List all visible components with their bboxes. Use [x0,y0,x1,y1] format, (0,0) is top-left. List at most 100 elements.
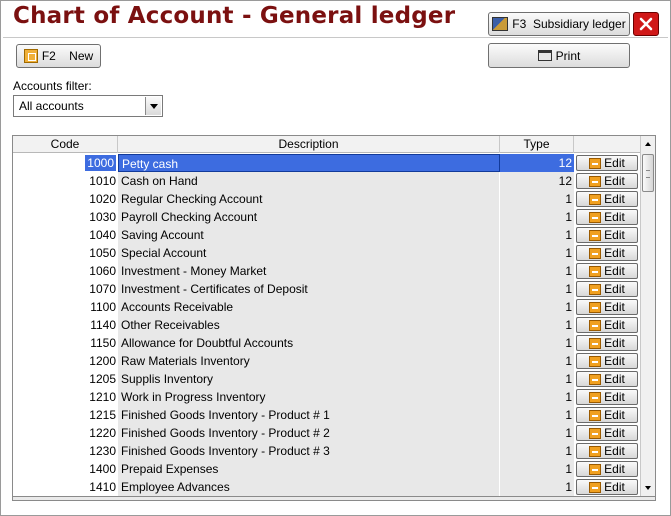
table-row[interactable]: 1230 Finished Goods Inventory - Product #… [13,442,642,460]
print-button[interactable]: Print [488,43,630,68]
cell-type[interactable]: 1 [500,244,574,262]
edit-button[interactable]: Edit [576,299,638,315]
cell-type[interactable]: 1 [500,406,574,424]
edit-button[interactable]: Edit [576,227,638,243]
edit-button[interactable]: Edit [576,209,638,225]
cell-description[interactable]: Accounts Receivable [118,298,500,316]
cell-type[interactable]: 1 [500,262,574,280]
cell-type[interactable]: 1 [500,370,574,388]
cell-type[interactable]: 1 [500,190,574,208]
cell-type[interactable]: 1 [500,388,574,406]
edit-button[interactable]: Edit [576,389,638,405]
edit-button[interactable]: Edit [576,245,638,261]
cell-code[interactable]: 1000 [13,154,118,172]
cell-code[interactable]: 1210 [13,388,118,406]
table-row[interactable]: 1215 Finished Goods Inventory - Product #… [13,406,642,424]
cell-code[interactable]: 1230 [13,442,118,460]
cell-code[interactable]: 1100 [13,298,118,316]
cell-code[interactable]: 1030 [13,208,118,226]
table-row[interactable]: 1030 Payroll Checking Account 1 Edit [13,208,642,226]
cell-description[interactable]: Saving Account [118,226,500,244]
column-header-type[interactable]: Type [500,136,574,153]
cell-code[interactable]: 1400 [13,460,118,478]
cell-description[interactable]: Special Account [118,244,500,262]
cell-description[interactable]: Prepaid Expenses [118,460,500,478]
cell-description[interactable]: Allowance for Doubtful Accounts [118,334,500,352]
edit-button[interactable]: Edit [576,443,638,459]
cell-type[interactable]: 1 [500,442,574,460]
edit-button[interactable]: Edit [576,461,638,477]
cell-description[interactable]: Investment - Money Market [118,262,500,280]
edit-button[interactable]: Edit [576,425,638,441]
cell-type[interactable]: 1 [500,460,574,478]
cell-description[interactable]: Work in Progress Inventory [118,388,500,406]
table-row[interactable]: 1140 Other Receivables 1 Edit [13,316,642,334]
cell-type[interactable]: 1 [500,316,574,334]
cell-description[interactable]: Finished Goods Inventory - Product # 1 [118,406,500,424]
edit-button[interactable]: Edit [576,317,638,333]
table-row[interactable]: 1020 Regular Checking Account 1 Edit [13,190,642,208]
cell-description[interactable]: Finished Goods Inventory - Product # 2 [118,424,500,442]
cell-description[interactable]: Payroll Checking Account [118,208,500,226]
cell-code[interactable]: 1070 [13,280,118,298]
edit-button[interactable]: Edit [576,407,638,423]
cell-code[interactable]: 1410 [13,478,118,496]
vertical-scrollbar[interactable] [640,136,655,496]
edit-button[interactable]: Edit [576,155,638,171]
cell-description[interactable]: Cash on Hand [118,172,500,190]
cell-type[interactable]: 1 [500,352,574,370]
edit-button[interactable]: Edit [576,173,638,189]
table-row[interactable]: 1200 Raw Materials Inventory 1 Edit [13,352,642,370]
cell-description[interactable]: Employee Advances [118,478,500,496]
table-row[interactable]: 1010 Cash on Hand 12 Edit [13,172,642,190]
table-row[interactable]: 1220 Finished Goods Inventory - Product #… [13,424,642,442]
cell-type[interactable]: 1 [500,334,574,352]
cell-type[interactable]: 1 [500,298,574,316]
column-header-description[interactable]: Description [118,136,500,153]
table-row[interactable]: 1400 Prepaid Expenses 1 Edit [13,460,642,478]
cell-code[interactable]: 1220 [13,424,118,442]
table-row[interactable]: 1150 Allowance for Doubtful Accounts 1 Edit [13,334,642,352]
table-row[interactable]: 1100 Accounts Receivable 1 Edit [13,298,642,316]
new-button[interactable]: F2 New [16,44,101,68]
table-row[interactable]: 1070 Investment - Certificates of Deposit… [13,280,642,298]
edit-button[interactable]: Edit [576,281,638,297]
table-row[interactable]: 1060 Investment - Money Market 1 Edit [13,262,642,280]
cell-code[interactable]: 1060 [13,262,118,280]
cell-description[interactable]: Supplis Inventory [118,370,500,388]
cell-type[interactable]: 1 [500,424,574,442]
cell-code[interactable]: 1050 [13,244,118,262]
column-header-code[interactable]: Code [13,136,118,153]
cell-type[interactable]: 1 [500,208,574,226]
table-row[interactable]: 1205 Supplis Inventory 1 Edit [13,370,642,388]
scroll-up-icon[interactable] [641,137,655,151]
cell-type[interactable]: 12 [500,172,574,190]
edit-button[interactable]: Edit [576,335,638,351]
accounts-filter-select[interactable]: All accounts [13,95,163,117]
edit-button[interactable]: Edit [576,353,638,369]
table-row[interactable]: 1050 Special Account 1 Edit [13,244,642,262]
edit-button[interactable]: Edit [576,371,638,387]
cell-type[interactable]: 1 [500,226,574,244]
subsidiary-ledger-button[interactable]: F3 Subsidiary ledger [488,12,630,36]
cell-type[interactable]: 1 [500,280,574,298]
chevron-down-icon[interactable] [145,97,161,115]
accounts-grid[interactable]: Code Description Type 1000 Petty cash 12 Ed… [12,135,656,497]
cell-code[interactable]: 1215 [13,406,118,424]
cell-code[interactable]: 1150 [13,334,118,352]
cell-description[interactable]: Investment - Certificates of Deposit [118,280,500,298]
table-row[interactable]: 1410 Employee Advances 1 Edit [13,478,642,496]
horizontal-scrollbar[interactable] [12,497,656,501]
edit-button[interactable]: Edit [576,479,638,495]
scrollbar-thumb[interactable] [642,154,654,192]
cell-code[interactable]: 1205 [13,370,118,388]
cell-description[interactable]: Petty cash [118,154,500,172]
cell-description[interactable]: Finished Goods Inventory - Product # 3 [118,442,500,460]
edit-button[interactable]: Edit [576,191,638,207]
table-row[interactable]: 1210 Work in Progress Inventory 1 Edit [13,388,642,406]
table-row[interactable]: 1040 Saving Account 1 Edit [13,226,642,244]
cell-code[interactable]: 1010 [13,172,118,190]
table-row[interactable]: 1000 Petty cash 12 Edit [13,154,642,172]
cell-code[interactable]: 1140 [13,316,118,334]
cell-code[interactable]: 1200 [13,352,118,370]
